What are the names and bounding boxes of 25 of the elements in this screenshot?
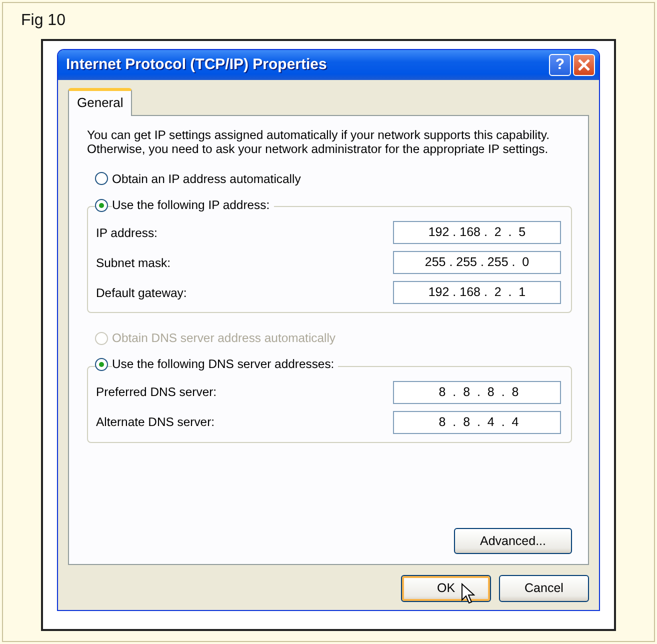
ip-field[interactable]: 8 . 8 . 8 . 8 (393, 380, 561, 404)
field-label: Preferred DNS server: (96, 384, 218, 402)
radio-button[interactable] (95, 198, 108, 212)
figure-caption: Fig 10 (21, 11, 66, 31)
field-label: Subnet mask: (96, 254, 172, 272)
ip-field[interactable]: 192 . 168 . 2 . 1 (393, 281, 561, 304)
tab[interactable]: General (68, 88, 132, 116)
close-icon (577, 58, 591, 72)
help-button[interactable]: ? (549, 54, 571, 76)
radio-label: Obtain DNS server address automatically (112, 330, 336, 348)
dialog-button[interactable]: Cancel (499, 575, 589, 602)
radio-button[interactable] (95, 358, 108, 372)
field-label: IP address: (96, 224, 158, 242)
radio-label: Obtain an IP address automatically (112, 170, 301, 188)
description-text: You can get IP settings assigned automatically if your network supports this capability. Otherwise, you need to ask your network administrator for the appropriate IP settings. (87, 128, 550, 156)
ip-field[interactable]: 255 . 255 . 255 . 0 (393, 251, 561, 274)
field-label: Default gateway: (96, 284, 188, 302)
ip-field[interactable]: 192 . 168 . 2 . 5 (393, 221, 561, 244)
advanced-button[interactable]: Advanced... (454, 528, 572, 554)
close-button[interactable] (573, 54, 595, 76)
field-label: Alternate DNS server: (96, 414, 216, 432)
radio-button[interactable] (95, 172, 108, 186)
ip-field[interactable]: 8 . 8 . 4 . 4 (393, 410, 561, 434)
dialog-button[interactable]: OK (401, 575, 491, 602)
window-title: Internet Protocol (TCP/IP) Properties (66, 54, 328, 75)
